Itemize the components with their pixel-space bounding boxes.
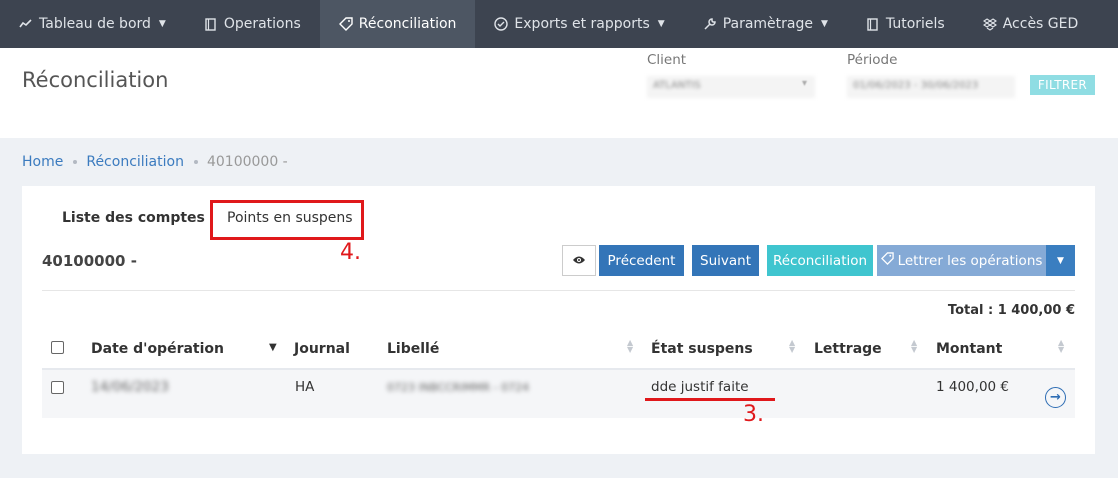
tag-icon	[880, 252, 894, 269]
main-card: Liste des comptes Points en suspens 4. 4…	[22, 186, 1095, 454]
client-label: Client	[647, 52, 687, 68]
lettrer-label: Lettrer les opérations	[897, 252, 1043, 269]
table-row[interactable]	[42, 370, 1075, 418]
nav-exports[interactable]: Exports et rapports ▼	[475, 0, 683, 48]
dropbox-icon	[982, 17, 997, 31]
nav-tutoriels[interactable]: Tutoriels	[847, 0, 964, 48]
cell-libelle: 0723 INBCCRIMMR - 0724	[387, 381, 530, 394]
col-header-etat-suspens[interactable]: État suspens	[651, 341, 753, 357]
eye-icon	[572, 253, 586, 269]
breadcrumb-reconciliation[interactable]: Réconciliation	[86, 154, 184, 170]
book-icon	[204, 17, 218, 31]
filter-button[interactable]: FILTRER	[1030, 75, 1095, 95]
annotation-underline	[645, 398, 775, 401]
sort-icon[interactable]: ▲ ▼	[627, 339, 633, 354]
lettrer-button[interactable]: Lettrer les opérations	[877, 245, 1046, 276]
cell-date: 14/06/2023	[91, 379, 169, 395]
nav-label: Réconciliation	[358, 16, 457, 32]
chevron-down-icon: ▾	[802, 78, 808, 89]
divider	[42, 290, 1075, 291]
account-title: 40100000 -	[42, 252, 137, 270]
annotation-number-4: 4.	[340, 240, 361, 265]
cell-journal: HA	[295, 379, 315, 395]
select-all-checkbox[interactable]	[51, 341, 64, 354]
caret-down-icon: ▼	[657, 19, 665, 29]
nav-label: Exports et rapports	[514, 16, 650, 32]
col-header-lettrage[interactable]: Lettrage	[814, 341, 882, 357]
lettrer-dropdown-toggle[interactable]: ▼	[1046, 245, 1075, 276]
breadcrumb: Home Réconciliation 40100000 -	[22, 154, 288, 170]
annotation-highlight-box	[210, 200, 364, 240]
sort-icon[interactable]: ▲ ▼	[1058, 339, 1064, 354]
nav-label: Tutoriels	[885, 16, 945, 32]
caret-down-icon: ▼	[1057, 255, 1064, 266]
client-select[interactable]: ATLANTIS	[647, 76, 815, 98]
periode-value: 01/06/2023 - 30/06/2023	[853, 80, 979, 91]
sort-icon[interactable]: ▲ ▼	[789, 339, 795, 354]
col-header-montant[interactable]: Montant	[936, 341, 1002, 357]
annotation-number-3: 3.	[743, 402, 764, 427]
nav-label: Tableau de bord	[39, 16, 151, 32]
cell-etat-suspens[interactable]: dde justif faite	[651, 379, 749, 395]
page-header: Réconciliation Client ATLANTIS Période 0…	[0, 48, 1118, 138]
breadcrumb-home[interactable]: Home	[22, 154, 63, 170]
row-checkbox[interactable]	[51, 381, 64, 394]
cell-montant: 1 400,00 €	[936, 379, 1009, 395]
nav-acces-ged[interactable]: Accès GED	[964, 0, 1098, 48]
nav-parametrage[interactable]: Paramètrage ▼	[684, 0, 847, 48]
client-value: ATLANTIS	[653, 80, 701, 91]
nav-operations[interactable]: Operations	[185, 0, 320, 48]
arrow-right-circle-icon[interactable]: →	[1045, 387, 1066, 408]
caret-down-icon: ▼	[821, 19, 828, 29]
reconciliation-button[interactable]: Réconciliation	[767, 245, 873, 276]
col-header-libelle[interactable]: Libellé	[387, 341, 439, 357]
caret-down-icon: ▼	[158, 19, 166, 29]
nav-reconciliation[interactable]: Réconciliation	[319, 0, 476, 48]
wrench-icon	[703, 17, 717, 31]
breadcrumb-separator	[193, 160, 198, 164]
precedent-button[interactable]: Précedent	[599, 245, 684, 276]
check-circle-icon	[494, 17, 509, 31]
book-icon	[866, 17, 880, 31]
sort-desc-icon[interactable]: ▼	[269, 342, 277, 353]
view-button[interactable]	[562, 245, 596, 276]
tab-liste-des-comptes[interactable]: Liste des comptes	[62, 210, 205, 226]
breadcrumb-current: 40100000 -	[206, 154, 288, 170]
periode-label: Période	[847, 52, 898, 68]
total-amount: Total : 1 400,00 €	[947, 303, 1075, 318]
chart-line-icon	[19, 17, 33, 31]
top-navbar: Tableau de bord ▼ Operations Réconciliat…	[0, 0, 1118, 48]
page-title: Réconciliation	[22, 68, 169, 92]
nav-label: Operations	[223, 16, 301, 32]
nav-tableau-de-bord[interactable]: Tableau de bord ▼	[0, 0, 185, 48]
col-header-date[interactable]: Date d'opération	[91, 341, 224, 357]
col-header-journal[interactable]: Journal	[294, 341, 350, 357]
tag-icon	[338, 17, 353, 31]
nav-label: Paramètrage	[722, 16, 813, 32]
sort-icon[interactable]: ▲ ▼	[911, 339, 917, 354]
breadcrumb-separator	[73, 160, 78, 164]
periode-input[interactable]: 01/06/2023 - 30/06/2023	[847, 76, 1015, 98]
suivant-button[interactable]: Suivant	[692, 245, 759, 276]
nav-label: Accès GED	[1002, 16, 1079, 32]
